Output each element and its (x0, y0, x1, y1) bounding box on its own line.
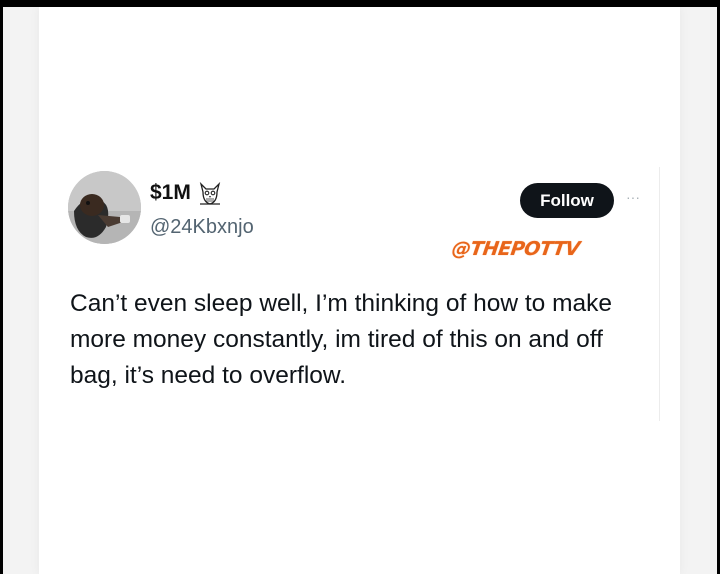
display-name[interactable]: $1M (150, 180, 223, 206)
watermark: @THEPOTTV (450, 238, 582, 260)
author-handle[interactable]: @24Kbxnjo (150, 216, 254, 239)
follow-button[interactable]: Follow (520, 183, 614, 218)
owl-icon (197, 180, 223, 206)
tweet-text: Can’t even sleep well, I’m thinking of h… (70, 290, 612, 389)
avatar-image (68, 171, 141, 244)
more-icon[interactable]: ··· (626, 190, 652, 204)
display-name-text: $1M (150, 181, 191, 204)
avatar[interactable] (68, 171, 141, 244)
card-edge-divider (659, 167, 660, 421)
